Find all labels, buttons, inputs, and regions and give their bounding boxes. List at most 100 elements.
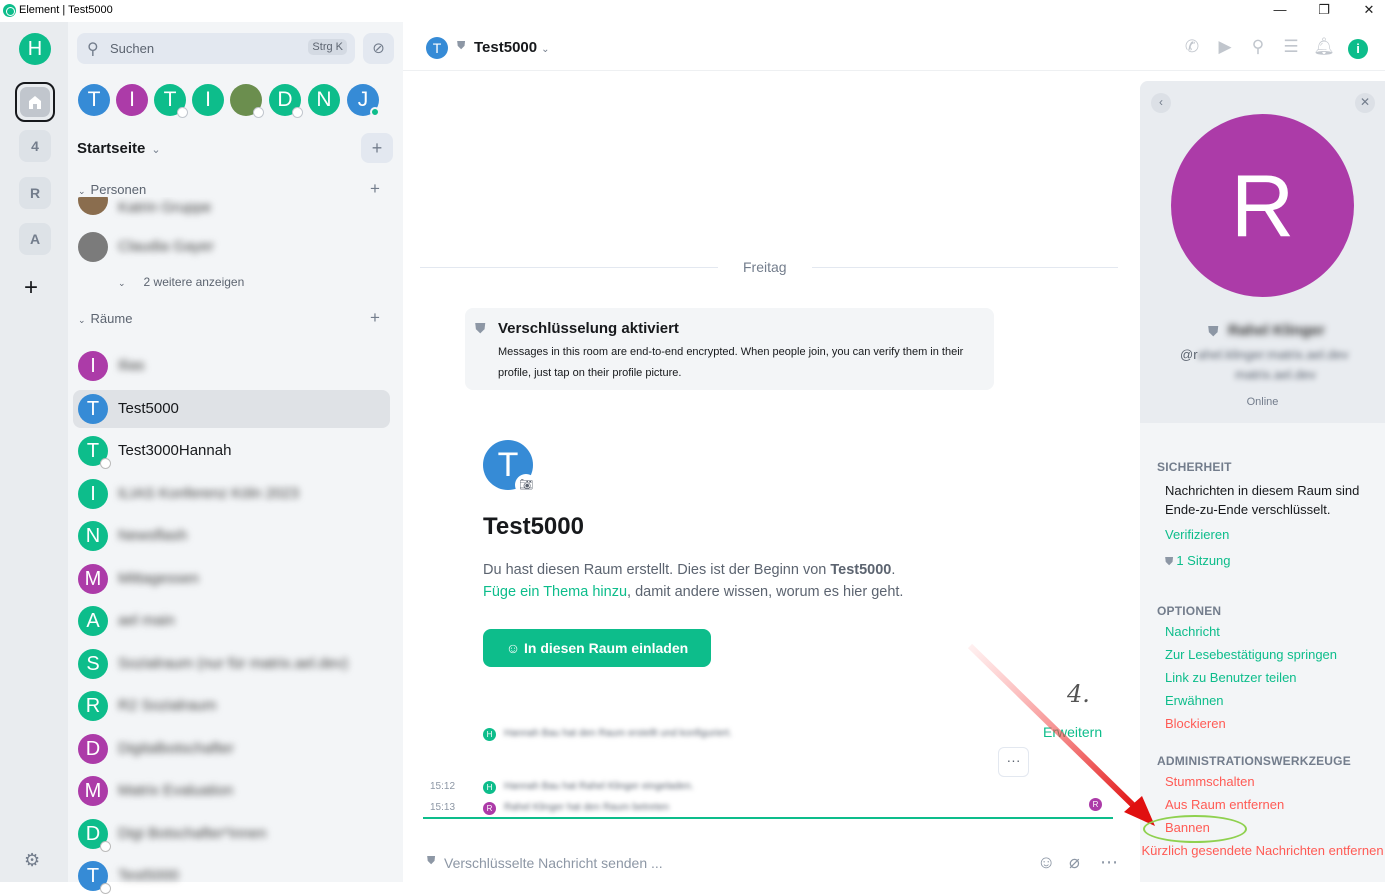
room-list-item[interactable]: M Mittagessen: [73, 560, 390, 598]
minimize-button[interactable]: —: [1265, 2, 1295, 20]
recent-avatar[interactable]: D: [269, 84, 303, 118]
recent-avatar[interactable]: [230, 84, 264, 118]
threads-icon[interactable]: ☰: [1280, 36, 1302, 58]
room-list-item[interactable]: T Test3000Hannah: [73, 432, 390, 470]
room-name: Ilias: [118, 357, 145, 374]
room-list-item[interactable]: I Ilias: [73, 347, 390, 385]
home-space-button[interactable]: [15, 82, 55, 122]
room-list-item[interactable]: S Sozialraum (nur für matrix.ael.dev): [73, 645, 390, 683]
invite-button[interactable]: ☺︎ In diesen Raum einladen: [483, 629, 711, 667]
avatar: I: [78, 351, 108, 381]
space-4[interactable]: 4: [19, 130, 51, 162]
room-avatar[interactable]: T: [426, 37, 448, 59]
expand-link[interactable]: Erweitern: [1043, 724, 1102, 740]
room-list-item[interactable]: R R2 Sozialraum: [73, 687, 390, 725]
read-receipt-avatar[interactable]: R: [1089, 798, 1102, 811]
space-a[interactable]: A: [19, 223, 51, 255]
voice-call-icon[interactable]: ✆: [1181, 36, 1203, 58]
room-list-item[interactable]: N Newsflash: [73, 517, 390, 555]
room-list-item[interactable]: D Digi Botschafter*innen: [73, 815, 390, 853]
create-space-button[interactable]: +: [24, 274, 38, 302]
attachment-icon[interactable]: ⌀: [1069, 852, 1080, 873]
avatar: T: [78, 393, 108, 424]
room-info-icon[interactable]: i: [1348, 39, 1368, 59]
recent-avatar[interactable]: J: [347, 84, 380, 117]
list-item[interactable]: Katrin Gruppe: [73, 197, 390, 225]
back-icon[interactable]: ‹: [1151, 93, 1171, 113]
room-list-item[interactable]: T Test5000: [73, 857, 390, 895]
mention-button[interactable]: Erwähnen: [1165, 693, 1224, 708]
show-more-link[interactable]: ⌄ 2 weitere anzeigen: [118, 275, 244, 289]
room-name: Claudia Gayer: [118, 238, 214, 255]
recent-avatar-initial: J: [357, 88, 369, 111]
recent-avatar[interactable]: I: [192, 84, 224, 116]
jump-to-read-receipt-button[interactable]: Zur Lesebestätigung springen: [1165, 647, 1337, 662]
add-person-button[interactable]: +: [370, 179, 380, 199]
space-r[interactable]: R: [19, 177, 51, 209]
quick-settings-icon[interactable]: ⚙: [24, 850, 40, 871]
verify-button[interactable]: Verifizieren: [1165, 527, 1229, 542]
recent-avatar-initial: I: [129, 88, 135, 111]
event-text: Hannah Bau hat Rahel Klinger eingeladen.: [504, 781, 694, 792]
list-item[interactable]: Claudia Gayer: [73, 228, 390, 266]
room-list-item[interactable]: D Digitalbotschafter: [73, 730, 390, 768]
options-header: OPTIONEN: [1157, 604, 1222, 618]
room-list-item[interactable]: I ILIAS Konferenz Köln 2023: [73, 475, 390, 513]
tutorial-step-number: 4.: [1067, 680, 1090, 708]
more-options-icon[interactable]: ⋯: [1100, 852, 1118, 873]
user-avatar[interactable]: H: [19, 33, 51, 65]
mute-button[interactable]: Stummschalten: [1165, 774, 1255, 789]
room-name-header[interactable]: Test5000 ⌄: [474, 39, 550, 56]
chevron-down-icon: ⌄: [78, 315, 86, 325]
room-list-item[interactable]: M Matrix Evaluation: [73, 772, 390, 810]
camera-icon[interactable]: 📷︎: [515, 474, 537, 496]
share-user-link-button[interactable]: Link zu Benutzer teilen: [1165, 670, 1297, 685]
event-time: 15:12: [430, 781, 456, 792]
message-user-button[interactable]: Nachricht: [1165, 624, 1220, 639]
message-composer[interactable]: Verschlüsselte Nachricht senden ...: [444, 855, 663, 871]
search-shortcut: Strg K: [308, 39, 347, 55]
recent-avatar-initial: I: [205, 88, 211, 111]
kick-button[interactable]: Aus Raum entfernen: [1165, 797, 1284, 812]
user-avatar-large[interactable]: R: [1171, 114, 1354, 297]
explore-rooms-icon[interactable]: ⊘: [363, 33, 394, 64]
remove-recent-messages-button[interactable]: Kürzlich gesendete Nachrichten entfernen: [1140, 843, 1385, 859]
add-room-button[interactable]: +: [361, 133, 393, 163]
search-input[interactable]: ⚲ Suchen Strg K: [77, 33, 355, 64]
notifications-icon[interactable]: 🔔︎: [1313, 36, 1335, 58]
room-name: Katrin Gruppe: [118, 199, 212, 216]
room-title: Test5000: [474, 39, 538, 56]
close-window-button[interactable]: ✕: [1354, 2, 1384, 20]
search-room-icon[interactable]: ⚲: [1247, 36, 1269, 58]
timeline-event: 15:12 H Hannah Bau hat Rahel Klinger ein…: [420, 778, 1130, 796]
emoji-icon[interactable]: ☺: [1037, 852, 1055, 873]
admin-tools-header: ADMINISTRATIONSWERKZEUGE: [1157, 754, 1351, 768]
rooms-section-header[interactable]: ⌄ Räume: [78, 311, 132, 326]
recent-avatar[interactable]: I: [116, 84, 148, 116]
encryption-notice: ⛊ Verschlüsselung aktiviert Messages in …: [465, 308, 994, 390]
recent-avatar[interactable]: T: [78, 84, 110, 116]
add-topic-link[interactable]: Füge ein Thema hinzu: [483, 584, 627, 600]
message-options-button[interactable]: ···: [998, 747, 1029, 777]
add-user-icon: ☺︎: [505, 640, 525, 656]
room-list-item[interactable]: T Test5000: [73, 389, 390, 428]
maximize-button[interactable]: ❐: [1309, 2, 1339, 20]
room-list-item[interactable]: Aael main: [73, 602, 390, 640]
highlight-ellipse: [1143, 815, 1247, 843]
public-room-badge-icon: [100, 458, 111, 469]
close-icon[interactable]: ✕: [1355, 93, 1375, 113]
recent-avatar[interactable]: T: [154, 84, 188, 118]
user-mxid-line2: matrix.ael.dev: [1235, 367, 1316, 382]
video-call-icon[interactable]: ▶: [1214, 36, 1236, 58]
avatar: A: [78, 606, 108, 636]
add-room-section-button[interactable]: +: [370, 308, 380, 328]
room-name: Digi Botschafter*innen: [118, 824, 267, 842]
people-section-header[interactable]: ⌄ Personen: [78, 182, 146, 197]
security-text: Nachrichten in diesem Raum sind Ende-zu-…: [1165, 483, 1360, 517]
recent-avatar-initial: D: [277, 88, 293, 111]
block-button[interactable]: Blockieren: [1165, 716, 1226, 731]
sessions-button[interactable]: ⛊ 1 Sitzung: [1165, 553, 1231, 569]
home-header[interactable]: Startseite ⌄: [77, 140, 161, 157]
recent-avatar[interactable]: N: [308, 84, 340, 116]
event-text: Hannah Bau hat den Raum erstellt und kon…: [504, 728, 732, 739]
